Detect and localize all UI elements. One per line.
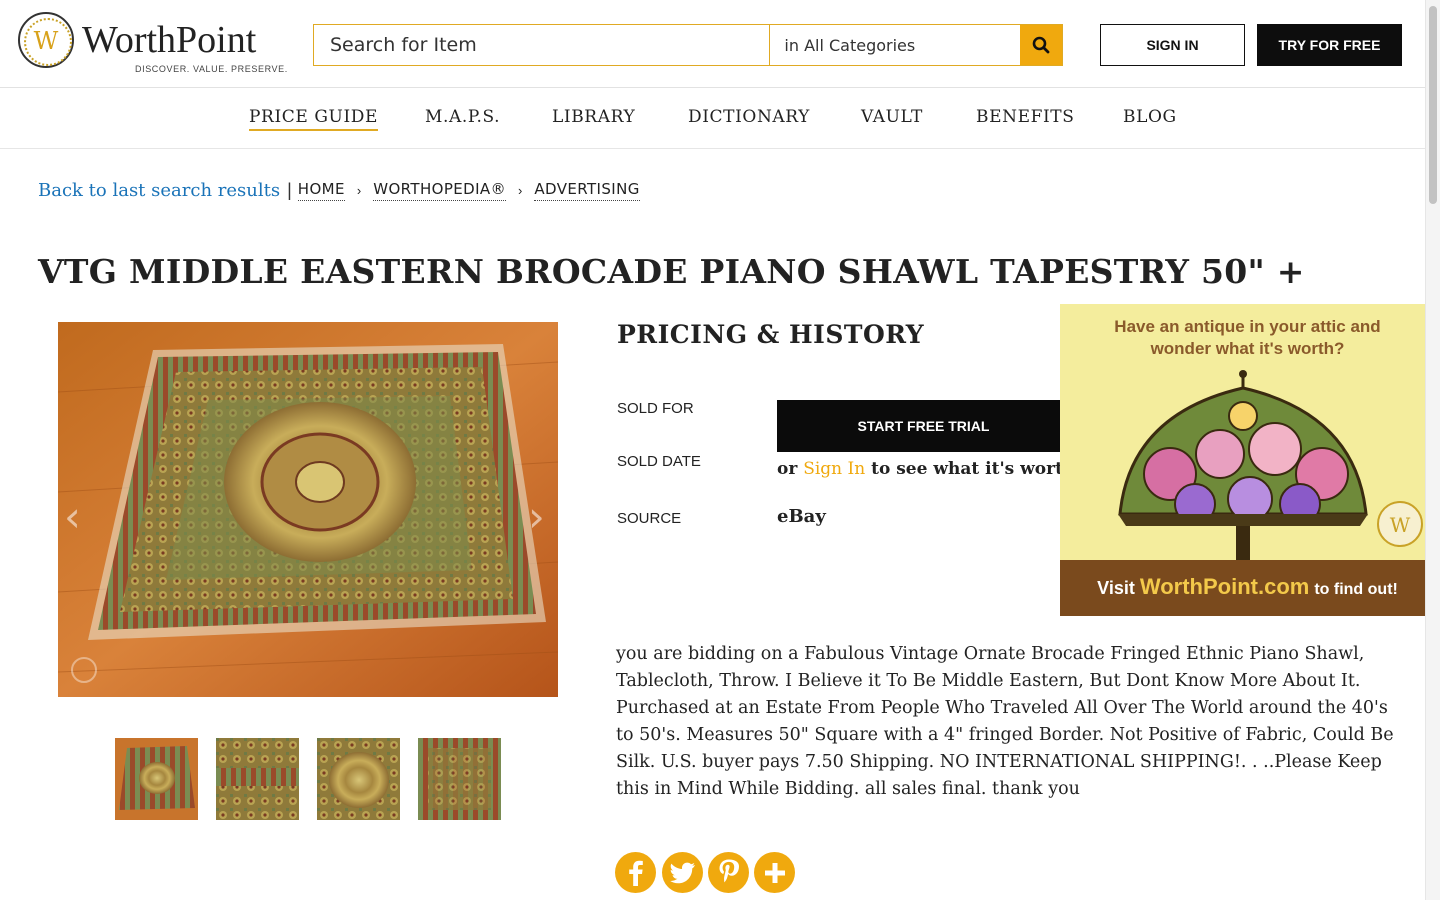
- shawl-photo: [58, 322, 558, 697]
- logo-name: WorthPoint: [82, 19, 257, 61]
- or-text: or: [777, 459, 798, 479]
- tiffany-lamp-illustration: W: [1118, 370, 1423, 564]
- twitter-share-button[interactable]: [662, 852, 703, 893]
- twitter-icon: [669, 862, 695, 883]
- svg-text:W: W: [1390, 513, 1411, 537]
- thumbnail-image[interactable]: [216, 738, 299, 820]
- search-bar: in All Categories: [313, 24, 1063, 66]
- scrollbar-thumb[interactable]: [1429, 6, 1437, 204]
- breadcrumb-home[interactable]: HOME: [297, 180, 345, 201]
- search-icon: [1032, 36, 1050, 54]
- sold-for-label: SOLD FOR: [617, 400, 694, 417]
- nav-dictionary[interactable]: DICTIONARY: [688, 107, 810, 127]
- ad-cta-bar[interactable]: Visit WorthPoint.com to find out!: [1060, 560, 1425, 616]
- sign-in-button[interactable]: SIGN IN: [1100, 24, 1245, 66]
- chevron-right-icon: ›: [356, 182, 362, 198]
- worthpoint-ad-banner[interactable]: Have an antique in your attic and wonder…: [1060, 304, 1425, 616]
- source-value: eBay: [777, 506, 826, 527]
- category-select[interactable]: in All Categories: [770, 25, 1020, 65]
- ad-cta-suffix: to find out!: [1314, 581, 1398, 598]
- nav-library[interactable]: LIBRARY: [552, 107, 635, 127]
- ad-cta-prefix: Visit: [1097, 578, 1135, 598]
- ad-cta-site: WorthPoint.com: [1139, 574, 1310, 599]
- next-image-arrow-icon[interactable]: ›: [528, 492, 545, 541]
- chevron-right-icon: ›: [518, 182, 523, 198]
- breadcrumb-worthopedia[interactable]: WORTHOPEDIA®: [373, 180, 506, 201]
- thumbnail-photo: [115, 738, 198, 820]
- plus-icon: [764, 862, 785, 883]
- facebook-share-button[interactable]: [615, 852, 656, 893]
- page-scrollbar[interactable]: [1425, 0, 1440, 900]
- nav-maps[interactable]: M.A.P.S.: [425, 107, 500, 127]
- thumbnail-photo: [216, 738, 299, 820]
- nav-blog[interactable]: BLOG: [1123, 107, 1177, 127]
- pricing-history-heading: PRICING & HISTORY: [617, 320, 925, 349]
- thumbnail-photo: [317, 738, 400, 820]
- nav-price-guide[interactable]: PRICE GUIDE: [249, 107, 379, 131]
- nav-vault[interactable]: VAULT: [861, 107, 923, 127]
- source-label: SOURCE: [617, 510, 682, 527]
- item-title: VTG MIDDLE EASTERN BROCADE PIANO SHAWL T…: [38, 252, 1305, 291]
- search-input[interactable]: [314, 25, 771, 65]
- worthpoint-logo[interactable]: W WorthPoint DISCOVER. VALUE. PRESERVE.: [18, 12, 287, 76]
- thumbnail-photo: [418, 738, 501, 820]
- nav-benefits[interactable]: BENEFITS: [976, 107, 1074, 127]
- sign-in-prompt: or Sign In to see what it's worth.: [777, 459, 1081, 479]
- sold-date-label: SOLD DATE: [617, 453, 701, 470]
- breadcrumb: Back to last search results | HOME › WOR…: [38, 176, 640, 204]
- more-share-button[interactable]: [754, 852, 795, 893]
- thumbnail-image[interactable]: [418, 738, 501, 820]
- breadcrumb-divider: |: [287, 179, 292, 200]
- site-header: W WorthPoint DISCOVER. VALUE. PRESERVE. …: [0, 0, 1425, 88]
- breadcrumb-advertising[interactable]: ADVERTISING: [534, 180, 640, 201]
- facebook-icon: [628, 860, 643, 886]
- ad-cta-text: Visit WorthPoint.com to find out!: [1060, 574, 1425, 600]
- sign-in-link[interactable]: Sign In: [803, 459, 865, 479]
- main-nav: PRICE GUIDE M.A.P.S. LIBRARY DICTIONARY …: [0, 88, 1425, 149]
- pinterest-share-button[interactable]: [708, 852, 749, 893]
- logo-mark-icon: W: [18, 12, 74, 68]
- logo-tagline: DISCOVER. VALUE. PRESERVE.: [135, 64, 288, 74]
- thumbnail-image[interactable]: [115, 738, 198, 820]
- prev-image-arrow-icon[interactable]: ‹: [64, 492, 81, 541]
- see-worth-text: to see what it's worth.: [871, 459, 1082, 479]
- thumbnail-image[interactable]: [317, 738, 400, 820]
- pinterest-icon: [719, 859, 739, 882]
- item-description: you are bidding on a Fabulous Vintage Or…: [616, 644, 1394, 799]
- search-button[interactable]: [1020, 25, 1062, 65]
- start-free-trial-button[interactable]: START FREE TRIAL: [777, 400, 1070, 452]
- item-main-image[interactable]: ‹ ›: [58, 322, 558, 697]
- try-for-free-button[interactable]: TRY FOR FREE: [1257, 24, 1402, 66]
- back-to-results-link[interactable]: Back to last search results: [38, 180, 280, 201]
